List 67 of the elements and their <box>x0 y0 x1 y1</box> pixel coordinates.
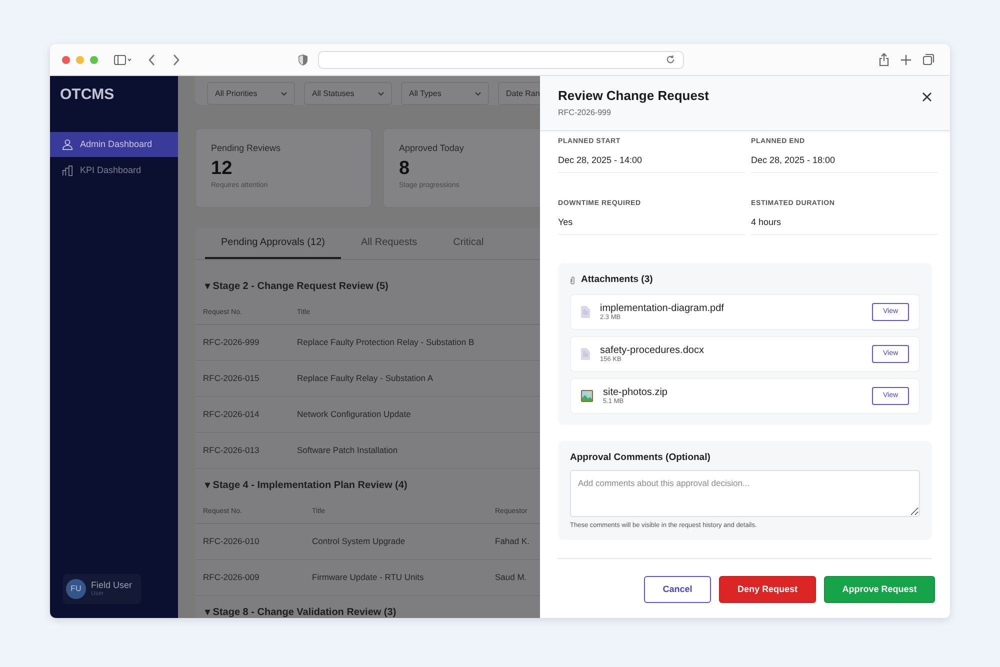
back-icon[interactable] <box>148 54 156 66</box>
table-cell-text: Software Patch Installation <box>297 444 399 457</box>
stat-label: Approved Today <box>399 142 465 155</box>
document-icon <box>581 348 590 360</box>
user-name: Field User <box>91 580 132 590</box>
comments-title: Approval Comments (Optional) <box>570 451 712 466</box>
comments-field[interactable]: Add comments about this approval decision... <box>570 470 920 516</box>
table-cell-text: Firmware Update - RTU Units <box>312 571 425 584</box>
field-value: Yes <box>558 216 573 228</box>
user-avatar: FU <box>66 579 86 599</box>
table-cell-text: RFC-2026-015 <box>203 372 260 385</box>
stat-value: 12 <box>211 156 234 180</box>
image-icon <box>581 390 593 402</box>
table-cell-text: Fahad K. <box>495 535 530 548</box>
stat-label: Pending Reviews <box>211 142 282 155</box>
file-name: site-photos.zip <box>603 386 668 398</box>
reload-icon[interactable] <box>666 55 675 64</box>
field-value: Dec 28, 2025 - 18:00 <box>751 154 836 166</box>
chevron-down-icon <box>475 92 481 96</box>
cancel-button[interactable]: Cancel <box>644 576 711 604</box>
users-icon <box>62 139 73 150</box>
filter-select[interactable]: All Types <box>401 82 489 105</box>
close-window-icon[interactable] <box>62 56 70 64</box>
request-id: RFC-2026-999 <box>558 107 612 120</box>
new-tab-icon[interactable] <box>901 54 911 64</box>
share-icon[interactable] <box>879 53 889 66</box>
close-icon[interactable] <box>922 92 932 102</box>
tabs-overview-icon[interactable] <box>923 54 934 65</box>
bar-chart-icon <box>62 165 73 176</box>
deny-button[interactable]: Deny Request <box>719 576 816 604</box>
drawer-title: Review Change Request <box>558 88 709 104</box>
table-cell-text: Control System Upgrade <box>312 535 406 548</box>
table-cell-text: Saud M. <box>495 571 528 584</box>
filter-select[interactable]: All Priorities <box>207 82 295 105</box>
chevron-down-icon <box>378 92 384 96</box>
file-name: safety-procedures.docx <box>600 344 704 356</box>
section-heading[interactable]: ▾ Stage 2 - Change Request Review (5) <box>195 270 540 303</box>
sidebar-item[interactable]: Admin Dashboard <box>50 132 178 157</box>
brand-logo: OTCMS <box>59 85 116 105</box>
table-cell-text: RFC-2026-999 <box>203 336 260 349</box>
forward-icon[interactable] <box>172 54 180 66</box>
table-cell-text: Replace Faulty Protection Relay - Substation B <box>297 336 476 349</box>
file-name: implementation-diagram.pdf <box>600 302 724 314</box>
field-value: 4 hours <box>751 216 782 228</box>
tab[interactable]: All Requests <box>344 228 434 259</box>
filter-select[interactable]: All Statuses <box>304 82 392 105</box>
table-cell-text: Replace Faulty Relay - Substation A <box>297 372 434 385</box>
table-cell-text: RFC-2026-010 <box>203 535 260 548</box>
field-value: Dec 28, 2025 - 14:00 <box>558 154 642 166</box>
shield-icon[interactable] <box>298 54 308 66</box>
paperclip-icon <box>570 276 575 285</box>
table-cell-text: RFC-2026-014 <box>203 408 260 421</box>
table-cell-text: RFC-2026-009 <box>203 571 260 584</box>
stat-value: 8 <box>399 156 411 180</box>
section-heading[interactable]: ▾ Stage 8 - Change Validation Review (3) <box>195 596 540 618</box>
filter-select[interactable]: Date Ran <box>498 82 540 105</box>
document-icon <box>581 306 590 318</box>
tab[interactable]: Pending Approvals (12) <box>205 228 341 259</box>
chevron-down-icon <box>281 92 287 96</box>
sidebar-toggle-icon[interactable] <box>114 54 132 64</box>
table-cell-text: Network Configuration Update <box>297 408 412 421</box>
attachments-title: Attachments (3) <box>581 273 653 287</box>
table-cell-text: RFC-2026-013 <box>203 444 260 457</box>
section-heading[interactable]: ▾ Stage 4 - Implementation Plan Review (4) <box>195 469 540 502</box>
sidebar-item[interactable]: KPI Dashboard <box>50 158 178 183</box>
approve-button[interactable]: Approve Request <box>824 576 935 604</box>
tab[interactable]: Critical <box>437 228 500 259</box>
